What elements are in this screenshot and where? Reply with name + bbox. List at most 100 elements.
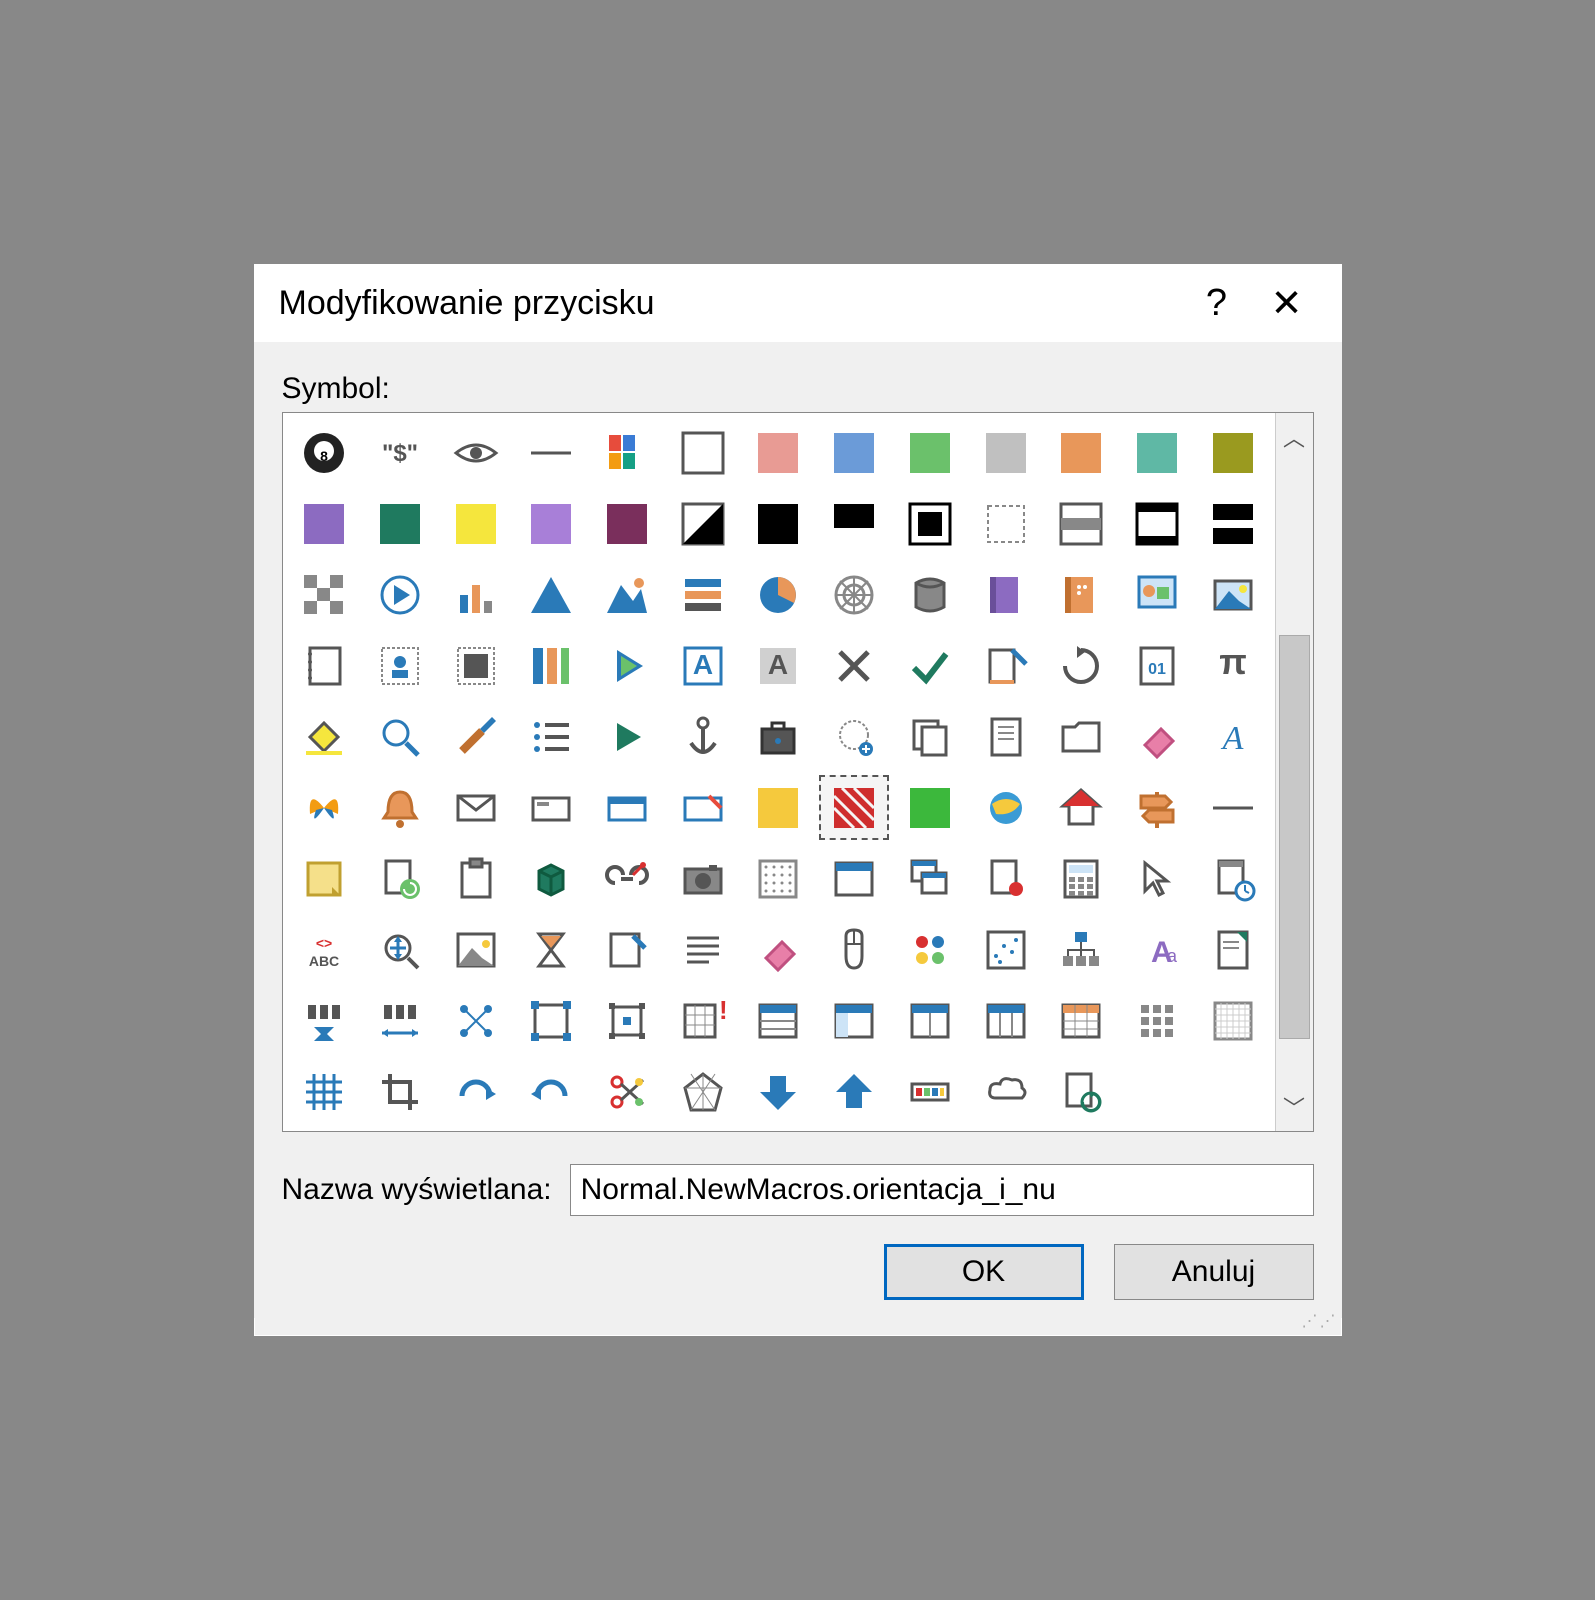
abc-icon[interactable]: <>ABC: [293, 920, 357, 979]
edit-doc-icon[interactable]: [974, 636, 1038, 695]
page-pencil-icon[interactable]: [595, 920, 659, 979]
pie-icon[interactable]: [747, 565, 811, 624]
letter-a-box-icon[interactable]: A: [671, 636, 735, 695]
magnifier-icon[interactable]: [368, 707, 432, 766]
blue-sq-icon[interactable]: [822, 423, 886, 482]
home-red-icon[interactable]: [1049, 778, 1113, 837]
align-h-icon[interactable]: [293, 991, 357, 1050]
italic-a-icon[interactable]: A: [1201, 707, 1265, 766]
undo-icon[interactable]: [520, 1062, 584, 1121]
cursor-icon[interactable]: [1125, 849, 1189, 908]
plum-sq-icon[interactable]: [595, 494, 659, 553]
diag-split-icon[interactable]: [671, 494, 735, 553]
olive-sq-icon[interactable]: [1201, 423, 1265, 482]
line2-icon[interactable]: [1201, 778, 1265, 837]
stack-bars-icon[interactable]: [671, 565, 735, 624]
page-icon[interactable]: [974, 707, 1038, 766]
binary-icon[interactable]: 01: [1125, 636, 1189, 695]
note-icon[interactable]: [293, 849, 357, 908]
grid-orange-icon[interactable]: [1049, 991, 1113, 1050]
display-name-input[interactable]: [570, 1164, 1314, 1216]
mountain-icon[interactable]: [595, 565, 659, 624]
sheet-green-icon[interactable]: [1201, 920, 1265, 979]
spider-icon[interactable]: [822, 565, 886, 624]
green-fill-icon[interactable]: [898, 778, 962, 837]
dots-color-icon[interactable]: [898, 920, 962, 979]
page-clock-icon[interactable]: [1201, 849, 1265, 908]
calculator-icon[interactable]: [1049, 849, 1113, 908]
group2-icon[interactable]: [595, 991, 659, 1050]
windows-cascade-icon[interactable]: [898, 849, 962, 908]
violet-sq-icon[interactable]: [520, 494, 584, 553]
ie-icon[interactable]: [974, 778, 1038, 837]
cube-icon[interactable]: [520, 849, 584, 908]
dollar-quote-icon[interactable]: "$": [368, 423, 432, 482]
table-alert-icon[interactable]: !: [671, 991, 735, 1050]
window-icon[interactable]: [822, 849, 886, 908]
cloud-icon[interactable]: [974, 1062, 1038, 1121]
scroll-up-icon[interactable]: ︿: [1276, 413, 1313, 461]
ok-button[interactable]: OK: [884, 1244, 1084, 1300]
landscape-icon[interactable]: [1201, 565, 1265, 624]
hourglass-icon[interactable]: [520, 920, 584, 979]
brush-icon[interactable]: [444, 707, 508, 766]
check-icon[interactable]: [898, 636, 962, 695]
color-bar-icon[interactable]: [898, 1062, 962, 1121]
grid-dots-icon[interactable]: [747, 849, 811, 908]
grid-9-icon[interactable]: [1125, 991, 1189, 1050]
black-stripe-icon[interactable]: [1201, 494, 1265, 553]
green-sq-icon[interactable]: [898, 423, 962, 482]
arrow-up-icon[interactable]: [822, 1062, 886, 1121]
refresh-icon[interactable]: [1049, 636, 1113, 695]
butterfly-icon[interactable]: [293, 778, 357, 837]
mouse-icon[interactable]: [822, 920, 886, 979]
book-purple-icon[interactable]: [974, 565, 1038, 624]
picture-shapes-icon[interactable]: [1125, 565, 1189, 624]
salmon-sq-icon[interactable]: [747, 423, 811, 482]
play-icon[interactable]: [595, 707, 659, 766]
clipboard-icon[interactable]: [444, 849, 508, 908]
camera-icon[interactable]: [671, 849, 735, 908]
close-button[interactable]: ✕: [1252, 274, 1322, 332]
link-icon[interactable]: [595, 849, 659, 908]
black-sq-icon[interactable]: [747, 494, 811, 553]
yellow-fill-icon[interactable]: [747, 778, 811, 837]
briefcase-icon[interactable]: [747, 707, 811, 766]
layout4-icon[interactable]: [974, 991, 1038, 1050]
orange-sq-icon[interactable]: [1049, 423, 1113, 482]
eye-icon[interactable]: [444, 423, 508, 482]
teal-sq-icon[interactable]: [1125, 423, 1189, 482]
white-border-icon[interactable]: [898, 494, 962, 553]
darkgreen-sq-icon[interactable]: [368, 494, 432, 553]
layout1-icon[interactable]: [747, 991, 811, 1050]
pentagon-icon[interactable]: [671, 1062, 735, 1121]
notebook-icon[interactable]: [293, 636, 357, 695]
picture-icon[interactable]: [444, 920, 508, 979]
page-recycle-icon[interactable]: [1049, 1062, 1113, 1121]
arrow-circle-icon[interactable]: [368, 565, 432, 624]
grid-fine-icon[interactable]: [1201, 991, 1265, 1050]
eight-ball-icon[interactable]: 8: [293, 423, 357, 482]
crop-icon[interactable]: [368, 1062, 432, 1121]
white-sq-icon[interactable]: [671, 423, 735, 482]
page-refresh-icon[interactable]: [368, 849, 432, 908]
card-icon[interactable]: [520, 778, 584, 837]
layout3-icon[interactable]: [898, 991, 962, 1050]
resize-grip[interactable]: ⋰⋰: [254, 1318, 1342, 1336]
align-h2-icon[interactable]: [368, 991, 432, 1050]
page-badge-icon[interactable]: [974, 849, 1038, 908]
copy-icon[interactable]: [898, 707, 962, 766]
purple-sq-icon[interactable]: [293, 494, 357, 553]
contact-dotted-icon[interactable]: [368, 636, 432, 695]
org-chart-icon[interactable]: [1049, 920, 1113, 979]
scroll-down-icon[interactable]: ﹀: [1276, 1083, 1313, 1131]
triangle-icon[interactable]: [520, 565, 584, 624]
cancel-button[interactable]: Anuluj: [1114, 1244, 1314, 1300]
paint-bucket-icon[interactable]: [293, 707, 357, 766]
bar-chart-icon[interactable]: [444, 565, 508, 624]
align-lines-icon[interactable]: [671, 920, 735, 979]
white-bottom-icon[interactable]: [822, 494, 886, 553]
x-mark-icon[interactable]: [822, 636, 886, 695]
scrollbar[interactable]: ︿ ﹀: [1275, 413, 1313, 1131]
envelope-icon[interactable]: [444, 778, 508, 837]
